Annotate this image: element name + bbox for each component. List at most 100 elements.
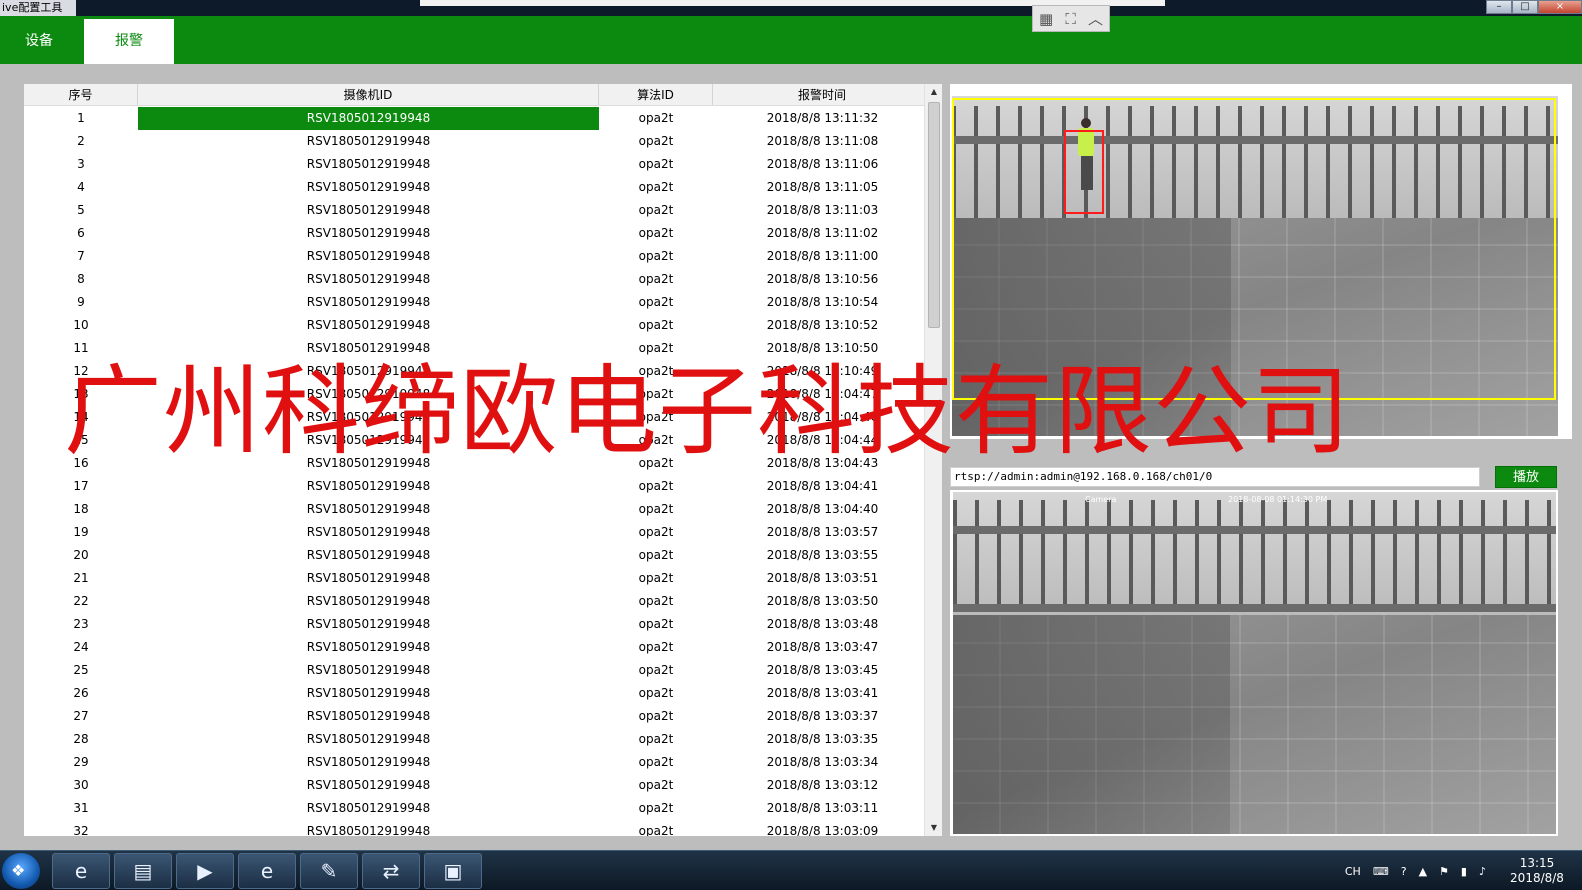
table-row[interactable]: 17 RSV1805012919948 opa2t 2018/8/8 13:04:41: [24, 475, 932, 498]
window-title: ive配置工具: [0, 0, 77, 16]
table-row[interactable]: 11 RSV1805012919948 opa2t 2018/8/8 13:10:50: [24, 337, 932, 360]
cell-alarm-time: 2018/8/8 13:03:57: [766, 525, 879, 539]
start-button[interactable]: ❖: [2, 853, 40, 889]
clock[interactable]: 13:15 2018/8/8: [1492, 856, 1582, 886]
ie-icon[interactable]: e: [52, 853, 110, 889]
cell-index: 4: [77, 180, 85, 194]
cell-camera-id: RSV1805012919948: [306, 410, 431, 424]
network-icon[interactable]: ▮: [1461, 865, 1467, 878]
keyboard-icon[interactable]: ⌨: [1373, 865, 1389, 878]
table-row[interactable]: 5 RSV1805012919948 opa2t 2018/8/8 13:11:03: [24, 199, 932, 222]
table-scrollbar[interactable]: ▲ ▼: [924, 84, 942, 836]
cell-alarm-time: 2018/8/8 13:10:52: [766, 318, 879, 332]
table-row[interactable]: 2 RSV1805012919948 opa2t 2018/8/8 13:11:08: [24, 130, 932, 153]
cell-algorithm-id: opa2t: [638, 594, 674, 608]
cell-alarm-time: 2018/8/8 13:11:06: [766, 157, 879, 171]
table-row[interactable]: 27 RSV1805012919948 opa2t 2018/8/8 13:03:37: [24, 705, 932, 728]
scroll-up-arrow-icon[interactable]: ▲: [925, 84, 943, 100]
alarm-snapshot-image: [952, 96, 1558, 436]
table-row[interactable]: 12 RSV1805012919948 opa2t 2018/8/8 13:10:49: [24, 360, 932, 383]
table-row[interactable]: 26 RSV1805012919948 opa2t 2018/8/8 13:03:41: [24, 682, 932, 705]
teamviewer-icon[interactable]: ⇄: [362, 853, 420, 889]
cell-camera-id: RSV1805012919948: [306, 364, 431, 378]
tab-alarm[interactable]: 报警: [84, 19, 174, 64]
table-row[interactable]: 22 RSV1805012919948 opa2t 2018/8/8 13:03:50: [24, 590, 932, 613]
cell-alarm-time: 2018/8/8 13:10:54: [766, 295, 879, 309]
cell-algorithm-id: opa2t: [638, 663, 674, 677]
cell-algorithm-id: opa2t: [638, 111, 674, 125]
scrollbar-thumb[interactable]: [928, 102, 940, 328]
volume-muted-icon[interactable]: ♪: [1479, 865, 1486, 878]
table-row[interactable]: 19 RSV1805012919948 opa2t 2018/8/8 13:03:57: [24, 521, 932, 544]
column-header-alarm-time[interactable]: 报警时间: [713, 84, 932, 105]
minimize-button[interactable]: –: [1486, 0, 1512, 14]
table-row[interactable]: 14 RSV1805012919948 opa2t 2018/8/8 13:04:46: [24, 406, 932, 429]
table-header: 序号 摄像机ID 算法ID 报警时间: [24, 84, 932, 106]
cell-index: 9: [77, 295, 85, 309]
table-row[interactable]: 10 RSV1805012919948 opa2t 2018/8/8 13:10:52: [24, 314, 932, 337]
table-row[interactable]: 6 RSV1805012919948 opa2t 2018/8/8 13:11:02: [24, 222, 932, 245]
table-row[interactable]: 18 RSV1805012919948 opa2t 2018/8/8 13:04:40: [24, 498, 932, 521]
live-video-panel: Camera 2018-08-08 01:14:30 PM: [950, 490, 1558, 836]
table-row[interactable]: 9 RSV1805012919948 opa2t 2018/8/8 13:10:54: [24, 291, 932, 314]
cell-algorithm-id: opa2t: [638, 157, 674, 171]
cell-algorithm-id: opa2t: [638, 249, 674, 263]
cell-camera-id: RSV1805012919948: [306, 732, 431, 746]
table-row[interactable]: 20 RSV1805012919948 opa2t 2018/8/8 13:03:55: [24, 544, 932, 567]
cell-algorithm-id: opa2t: [638, 778, 674, 792]
cell-algorithm-id: opa2t: [638, 272, 674, 286]
help-icon[interactable]: ?: [1401, 865, 1407, 878]
table-row[interactable]: 28 RSV1805012919948 opa2t 2018/8/8 13:03:35: [24, 728, 932, 751]
table-row[interactable]: 7 RSV1805012919948 opa2t 2018/8/8 13:11:00: [24, 245, 932, 268]
table-row[interactable]: 30 RSV1805012919948 opa2t 2018/8/8 13:03:12: [24, 774, 932, 797]
table-row[interactable]: 13 RSV1805012919948 opa2t 2018/8/8 13:04:47: [24, 383, 932, 406]
table-row[interactable]: 1 RSV1805012919948 opa2t 2018/8/8 13:11:32: [24, 107, 932, 130]
table-row[interactable]: 4 RSV1805012919948 opa2t 2018/8/8 13:11:05: [24, 176, 932, 199]
cell-algorithm-id: opa2t: [638, 617, 674, 631]
table-row[interactable]: 16 RSV1805012919948 opa2t 2018/8/8 13:04:43: [24, 452, 932, 475]
tray-expand-icon[interactable]: ▲: [1419, 865, 1427, 878]
notepad-icon[interactable]: ✎: [300, 853, 358, 889]
cell-index: 1: [77, 111, 85, 125]
media-player-icon[interactable]: ▶: [176, 853, 234, 889]
close-button[interactable]: ×: [1538, 0, 1582, 14]
ie-icon[interactable]: e: [238, 853, 296, 889]
column-header-algorithm-id[interactable]: 算法ID: [599, 84, 713, 105]
table-row[interactable]: 3 RSV1805012919948 opa2t 2018/8/8 13:11:06: [24, 153, 932, 176]
column-header-camera-id[interactable]: 摄像机ID: [138, 84, 599, 105]
rtsp-url-input[interactable]: rtsp://admin:admin@192.168.0.168/ch01/0: [950, 467, 1480, 487]
table-row[interactable]: 8 RSV1805012919948 opa2t 2018/8/8 13:10:56: [24, 268, 932, 291]
action-center-icon[interactable]: ⚑: [1439, 865, 1449, 878]
app-window-icon[interactable]: ▣: [424, 853, 482, 889]
table-row[interactable]: 31 RSV1805012919948 opa2t 2018/8/8 13:03:11: [24, 797, 932, 820]
cell-alarm-time: 2018/8/8 13:03:11: [766, 801, 879, 815]
table-row[interactable]: 23 RSV1805012919948 opa2t 2018/8/8 13:03:48: [24, 613, 932, 636]
cell-algorithm-id: opa2t: [638, 824, 674, 836]
folder-icon[interactable]: ▤: [114, 853, 172, 889]
maximize-button[interactable]: □: [1512, 0, 1538, 14]
cell-index: 7: [77, 249, 85, 263]
cell-index: 21: [73, 571, 89, 585]
expand-icon[interactable]: ⛶: [1065, 10, 1076, 28]
cell-camera-id: RSV1805012919948: [306, 548, 431, 562]
cell-index: 2: [77, 134, 85, 148]
cell-alarm-time: 2018/8/8 13:11:05: [766, 180, 879, 194]
cell-algorithm-id: opa2t: [638, 571, 674, 585]
play-button[interactable]: 播放: [1495, 466, 1557, 488]
column-header-index[interactable]: 序号: [24, 84, 138, 105]
cell-index: 3: [77, 157, 85, 171]
cell-alarm-time: 2018/8/8 13:11:02: [766, 226, 879, 240]
remote-toolbar: ▦ ⛶ ︿: [1032, 5, 1110, 32]
cell-camera-id: RSV1805012919948: [306, 387, 431, 401]
table-row[interactable]: 32 RSV1805012919948 opa2t 2018/8/8 13:03:09: [24, 820, 932, 836]
chevron-up-icon[interactable]: ︿: [1088, 8, 1103, 29]
table-row[interactable]: 21 RSV1805012919948 opa2t 2018/8/8 13:03:51: [24, 567, 932, 590]
language-indicator[interactable]: CH: [1345, 865, 1361, 878]
table-row[interactable]: 15 RSV1805012919948 opa2t 2018/8/8 13:04:44: [24, 429, 932, 452]
table-row[interactable]: 25 RSV1805012919948 opa2t 2018/8/8 13:03:45: [24, 659, 932, 682]
table-row[interactable]: 24 RSV1805012919948 opa2t 2018/8/8 13:03:47: [24, 636, 932, 659]
table-row[interactable]: 29 RSV1805012919948 opa2t 2018/8/8 13:03:34: [24, 751, 932, 774]
tab-device[interactable]: 设备: [0, 19, 78, 64]
grid-icon[interactable]: ▦: [1039, 10, 1053, 28]
scroll-down-arrow-icon[interactable]: ▼: [925, 820, 943, 836]
